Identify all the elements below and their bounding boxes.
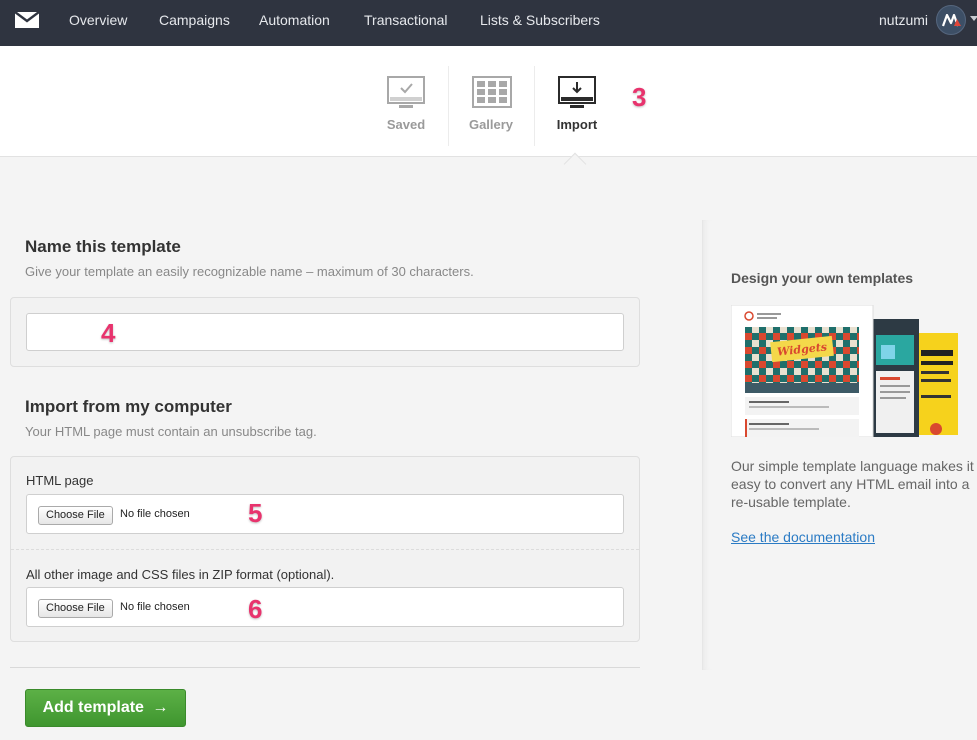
nav-campaigns[interactable]: Campaigns: [159, 12, 230, 28]
panel-divider: [11, 549, 639, 550]
design-templates-sidebar: Design your own templates Widgets Our si…: [702, 220, 977, 670]
tab-gallery[interactable]: Gallery: [448, 64, 534, 144]
gallery-grid-icon: [472, 76, 512, 113]
step-marker-3: 3: [632, 82, 647, 112]
template-name-panel: 4: [10, 297, 640, 367]
tab-import[interactable]: Import: [534, 64, 620, 144]
add-template-label: Add template: [42, 699, 144, 716]
sidebar-title: Design your own templates: [731, 270, 914, 286]
step-marker-6: 6: [248, 594, 263, 624]
html-file-input[interactable]: Choose File No file chosen: [26, 494, 624, 534]
add-template-button[interactable]: Add template →: [25, 689, 186, 727]
template-name-input[interactable]: [26, 313, 624, 351]
tab-saved[interactable]: Saved: [363, 64, 449, 144]
step-marker-5: 5: [248, 498, 263, 528]
import-heading: Import from my computer: [25, 397, 232, 416]
form-divider: [10, 667, 640, 668]
username[interactable]: nutzumi: [879, 12, 928, 28]
import-files-panel: HTML page Choose File No file chosen 5 A…: [10, 456, 640, 642]
import-help: Your HTML page must contain an unsubscri…: [25, 424, 317, 439]
top-navigation-bar: Overview Campaigns Automation Transactio…: [0, 0, 977, 46]
zip-file-status: No file chosen: [120, 601, 190, 613]
template-preview-image: Widgets: [730, 304, 961, 442]
envelope-icon[interactable]: [14, 11, 40, 33]
tab-import-label: Import: [556, 117, 598, 132]
name-template-help: Give your template an easily recognizabl…: [25, 264, 474, 279]
nav-transactional[interactable]: Transactional: [364, 12, 448, 28]
template-source-tabs: Saved Gallery Import 3: [0, 46, 977, 157]
choose-html-file-button[interactable]: Choose File: [38, 506, 113, 525]
nav-automation[interactable]: Automation: [259, 12, 330, 28]
html-file-status: No file chosen: [120, 508, 190, 520]
chevron-down-icon[interactable]: [970, 16, 977, 21]
account-avatar-icon[interactable]: [936, 5, 966, 35]
import-monitor-icon: [558, 76, 596, 115]
tab-gallery-label: Gallery: [468, 117, 514, 132]
sidebar-description: Our simple template language makes it ea…: [731, 458, 974, 510]
name-template-heading: Name this template: [25, 237, 181, 256]
choose-zip-file-button[interactable]: Choose File: [38, 599, 113, 618]
arrow-right-icon: →: [152, 699, 169, 716]
zip-file-input[interactable]: Choose File No file chosen: [26, 587, 624, 627]
saved-monitor-icon: [387, 76, 425, 115]
nav-overview[interactable]: Overview: [69, 12, 127, 28]
nav-lists-subscribers[interactable]: Lists & Subscribers: [480, 12, 600, 28]
step-marker-4: 4: [101, 318, 116, 348]
zip-files-label: All other image and CSS files in ZIP for…: [26, 567, 335, 582]
tab-saved-label: Saved: [386, 117, 426, 132]
documentation-link[interactable]: See the documentation: [731, 529, 875, 545]
html-page-label: HTML page: [26, 473, 94, 488]
